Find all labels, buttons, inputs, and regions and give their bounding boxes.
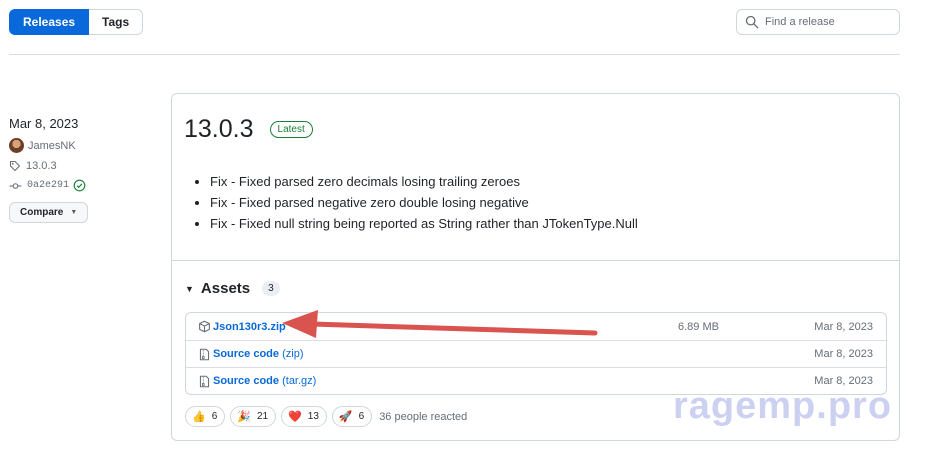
commit-sha[interactable]: 0a2e291 (27, 180, 69, 191)
asset-name: Json130r3.zip (213, 320, 286, 333)
release-note-item: Fix - Fixed parsed zero decimals losing … (210, 174, 638, 189)
commit-row[interactable]: 0a2e291 (9, 179, 159, 192)
search-icon (745, 15, 759, 29)
heart-icon: ❤️ (288, 411, 302, 423)
asset-ext: (tar.gz) (282, 375, 317, 387)
asset-row: Json130r3.zip 6.89 MB Mar 8, 2023 (186, 313, 886, 340)
commit-icon (9, 182, 22, 189)
release-tabs: Releases Tags (9, 9, 144, 35)
reaction-count: 6 (211, 411, 218, 422)
reaction-hooray[interactable]: 🎉 21 (230, 406, 277, 427)
asset-link[interactable]: Source code (tar.gz) (213, 375, 316, 387)
tag-row[interactable]: 13.0.3 (9, 160, 159, 172)
release-notes: Fix - Fixed parsed zero decimals losing … (210, 174, 638, 237)
tab-releases[interactable]: Releases (9, 9, 90, 35)
assets-list: Json130r3.zip 6.89 MB Mar 8, 2023 Source… (185, 312, 887, 395)
release-note-item: Fix - Fixed parsed negative zero double … (210, 195, 638, 210)
thumbs-up-icon: 👍 (192, 411, 206, 423)
release-note-item: Fix - Fixed null string being reported a… (210, 216, 638, 231)
reaction-heart[interactable]: ❤️ 13 (281, 406, 327, 427)
author-row[interactable]: JamesNK (9, 138, 159, 153)
tag-icon (9, 160, 21, 172)
latest-badge: Latest (269, 121, 313, 138)
chevron-down-icon: ▼ (70, 209, 78, 216)
release-date: Mar 8, 2023 (9, 116, 79, 131)
reaction-rocket[interactable]: 🚀 6 (331, 406, 373, 427)
reaction-count: 6 (358, 411, 365, 422)
file-zip-icon (199, 375, 210, 387)
asset-date: Mar 8, 2023 (814, 348, 873, 360)
file-zip-icon (199, 348, 210, 360)
compare-button[interactable]: Compare ▼ (9, 202, 89, 223)
header-divider (9, 54, 900, 55)
author-name[interactable]: JamesNK (28, 140, 76, 152)
verified-check-icon (73, 179, 86, 192)
tag-name[interactable]: 13.0.3 (26, 160, 57, 172)
reaction-thumbs-up[interactable]: 👍 6 (185, 406, 226, 427)
release-header: 13.0.3 Latest (184, 115, 313, 144)
search-input[interactable] (765, 16, 895, 28)
card-divider (172, 260, 899, 261)
asset-row: Source code (zip) Mar 8, 2023 (186, 340, 886, 367)
reactions-summary: 36 people reacted (379, 410, 468, 423)
asset-name: Source code (213, 348, 280, 360)
watermark: ragemp.pro (673, 385, 893, 427)
assets-toggle[interactable]: ▼ Assets 3 (185, 280, 280, 297)
tab-tags[interactable]: Tags (89, 9, 144, 35)
asset-name: Source code (213, 375, 280, 387)
package-icon (199, 320, 210, 333)
triangle-down-icon: ▼ (185, 283, 194, 294)
release-meta: Mar 8, 2023 JamesNK 13.0.3 0a2e291 Compa… (9, 116, 159, 223)
reactions-bar: 👍 6 🎉 21 ❤️ 13 🚀 6 36 people reacted (185, 406, 467, 427)
asset-date: Mar 8, 2023 (814, 320, 873, 333)
compare-label: Compare (20, 207, 64, 218)
asset-link[interactable]: Source code (zip) (213, 348, 303, 360)
reaction-count: 21 (256, 411, 269, 422)
asset-ext: (zip) (282, 348, 304, 360)
asset-link[interactable]: Json130r3.zip (213, 321, 286, 333)
asset-size: 6.89 MB (678, 320, 719, 333)
release-title[interactable]: 13.0.3 (184, 115, 254, 144)
party-popper-icon: 🎉 (237, 411, 251, 423)
reaction-count: 13 (307, 411, 319, 422)
rocket-icon: 🚀 (338, 411, 353, 423)
release-search[interactable] (736, 9, 900, 35)
assets-count: 3 (262, 281, 280, 296)
avatar (9, 138, 24, 153)
assets-label: Assets (200, 280, 251, 297)
